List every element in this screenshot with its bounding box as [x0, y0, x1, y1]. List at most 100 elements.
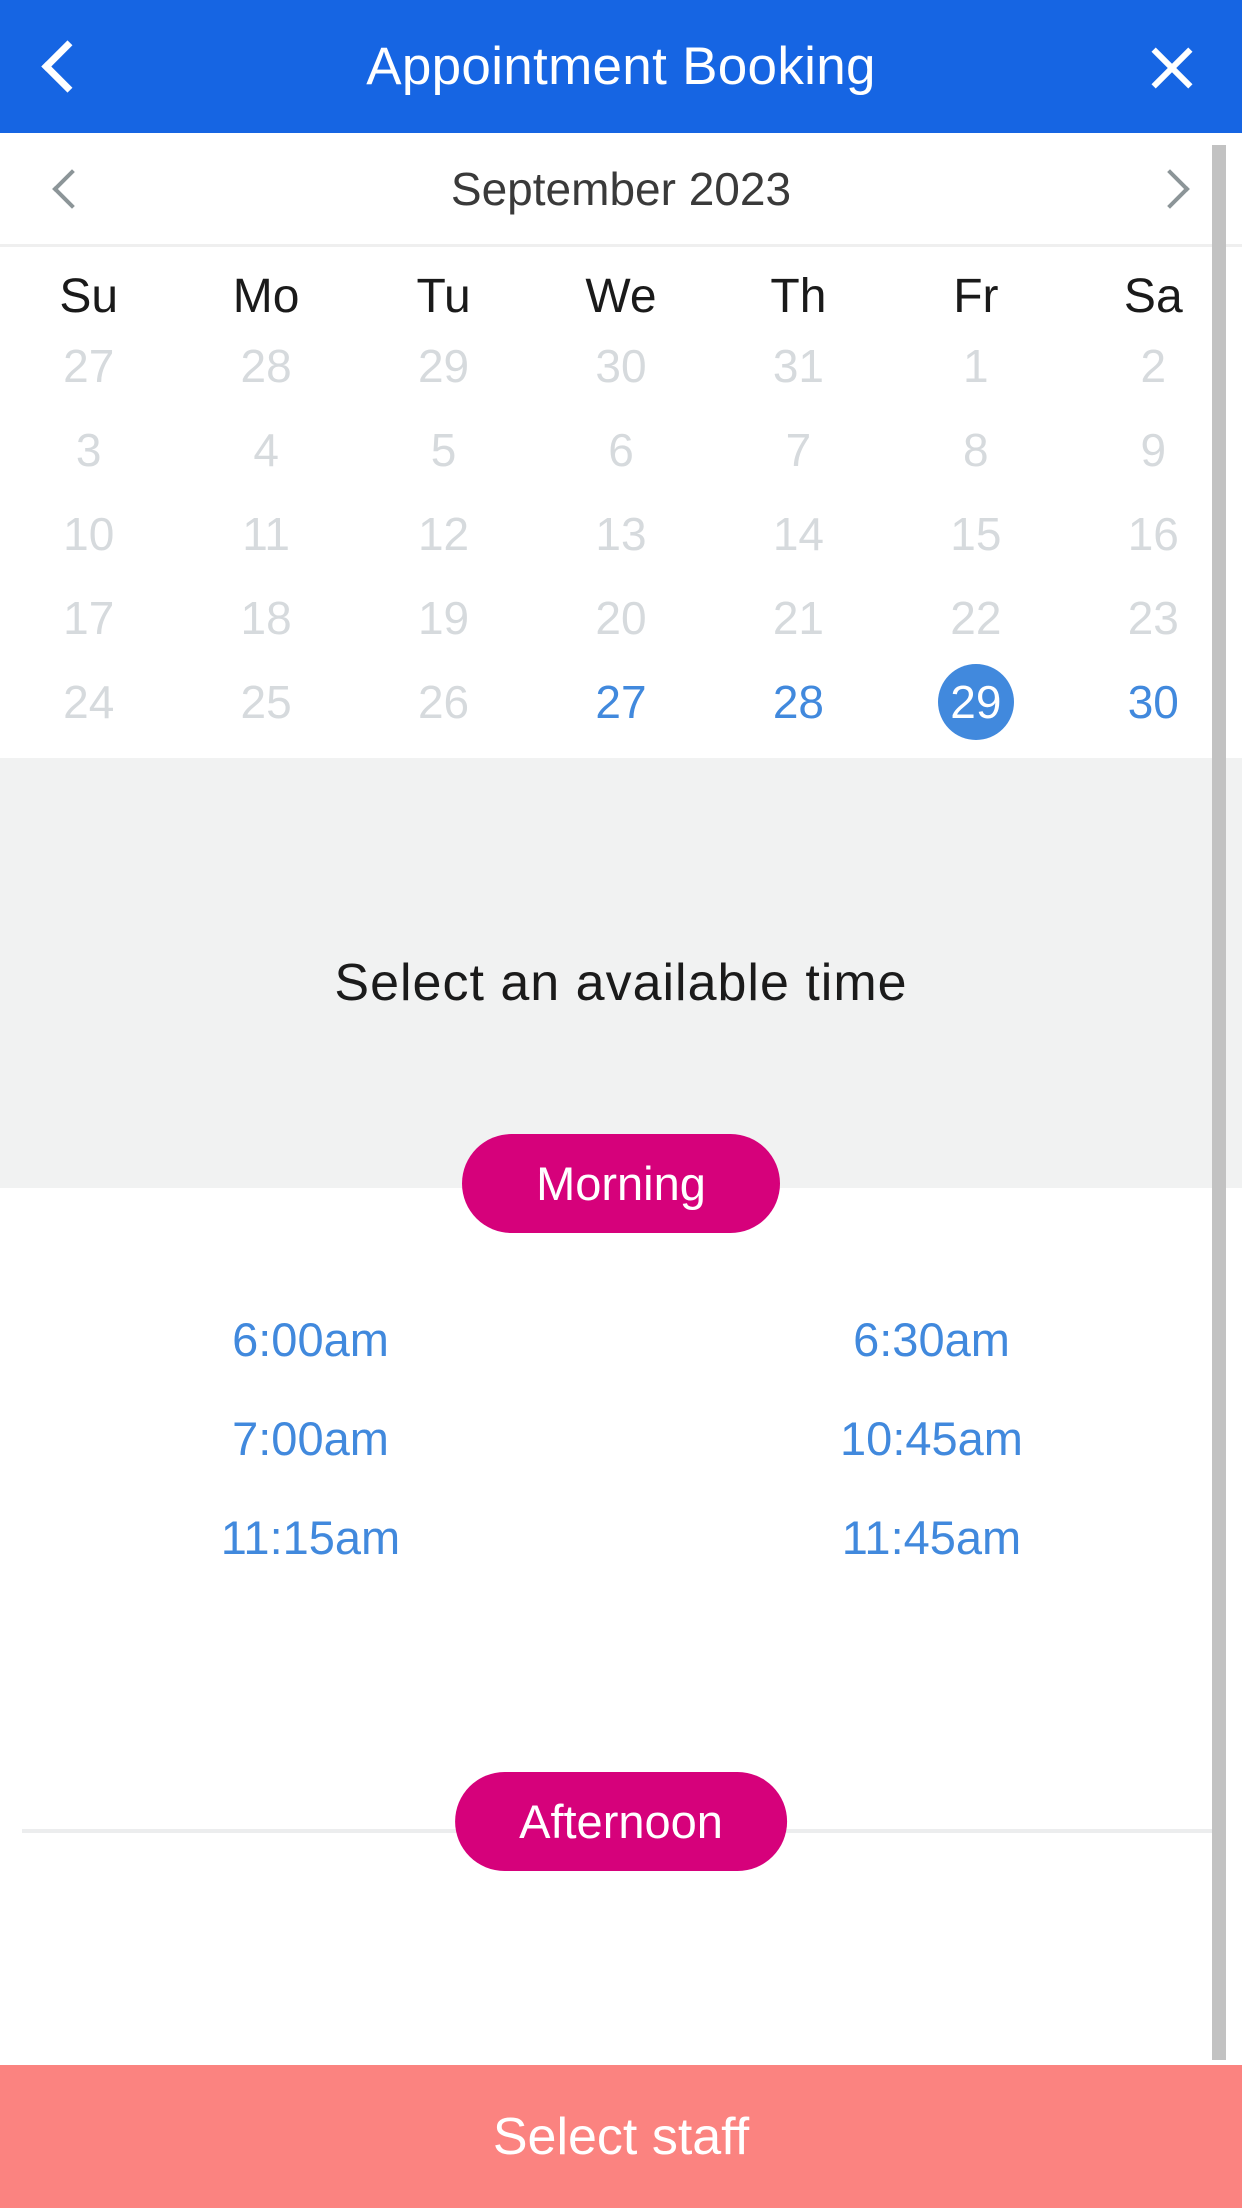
time-slot-grid: 6:00am 6:30am 7:00am 10:45am 11:15am 11:45am	[0, 1188, 1242, 1587]
calendar-day-30: 30	[532, 324, 709, 408]
calendar-day-label: 25	[240, 676, 292, 728]
calendar-day-8: 8	[887, 408, 1064, 492]
calendar-day-label: 28	[240, 340, 292, 392]
calendar-day-31: 31	[710, 324, 887, 408]
booking-scroll-area: September 2023 Su Mo Tu We Th Fr Sa 27 28 29 30 31…	[0, 133, 1242, 2065]
calendar-day-label: 1	[963, 340, 989, 392]
calendar-day-label: 28	[772, 676, 824, 728]
calendar-day-20: 20	[532, 576, 709, 660]
calendar-day-28[interactable]: 28	[710, 660, 887, 744]
time-slots-band: Morning 6:00am 6:30am 7:00am 10:45am 11:15am…	[0, 1134, 1242, 1871]
calendar-day-22: 22	[887, 576, 1064, 660]
weekday-label: Th	[770, 270, 827, 323]
calendar-day-19: 19	[355, 576, 532, 660]
calendar-day-label: 27	[63, 340, 115, 392]
calendar-day-label: 31	[772, 340, 824, 392]
calendar-day-grid: 27 28 29 30 31 1 2 3 4 5 6 7 8 9 10 11 12 13 14 15 16 17 18 19 2…	[0, 324, 1242, 758]
period-tab-afternoon[interactable]: Afternoon	[455, 1772, 787, 1871]
calendar-day-7: 7	[710, 408, 887, 492]
back-button[interactable]	[22, 27, 102, 107]
calendar-day-18: 18	[177, 576, 354, 660]
weekday-label: Su	[59, 270, 119, 323]
calendar-day-26: 26	[355, 660, 532, 744]
calendar-day-label: 8	[963, 424, 989, 476]
calendar-day-label: 2	[1140, 340, 1167, 392]
close-icon	[1146, 41, 1198, 93]
calendar-day-24: 24	[0, 660, 177, 744]
calendar-day-label: 30	[595, 340, 647, 392]
calendar-day-11: 11	[177, 492, 354, 576]
calendar-day-1: 1	[887, 324, 1064, 408]
calendar-month-label: September 2023	[450, 162, 792, 215]
calendar-day-label: 14	[772, 508, 824, 560]
calendar-day-label: 5	[430, 424, 457, 476]
calendar-day-label: 22	[950, 592, 1002, 644]
time-slot[interactable]: 7:00am	[0, 1389, 621, 1488]
calendar-day-12: 12	[355, 492, 532, 576]
time-slot[interactable]: 11:15am	[0, 1488, 621, 1587]
calendar-day-27[interactable]: 27	[532, 660, 709, 744]
chevron-left-icon	[40, 40, 94, 93]
calendar-day-label: 29	[417, 340, 470, 392]
calendar-day-17: 17	[0, 576, 177, 660]
calendar-day-label: 13	[595, 508, 647, 560]
calendar-day-label: 29	[937, 664, 1014, 740]
calendar-day-4: 4	[177, 408, 354, 492]
weekday-label: Tu	[416, 270, 471, 323]
calendar-day-label: 26	[417, 676, 470, 728]
calendar-day-label: 7	[785, 424, 812, 476]
calendar-day-label: 16	[1127, 508, 1179, 560]
chevron-left-icon	[52, 168, 92, 209]
time-slot[interactable]: 11:45am	[621, 1488, 1242, 1587]
calendar-day-29-selected[interactable]: 29	[887, 660, 1064, 744]
period-tab-morning[interactable]: Morning	[462, 1134, 780, 1233]
calendar-day-label: 17	[63, 592, 115, 644]
page-title: Appointment Booking	[366, 37, 876, 96]
calendar-day-28: 28	[177, 324, 354, 408]
calendar-day-label: 11	[242, 508, 290, 560]
calendar-day-label: 9	[1140, 424, 1167, 476]
calendar-next-month-button[interactable]	[1138, 153, 1210, 225]
weekday-label: We	[585, 270, 657, 323]
calendar-day-label: 3	[75, 424, 102, 476]
time-slot[interactable]: 6:00am	[0, 1290, 621, 1389]
weekday-label: Fr	[953, 270, 999, 323]
calendar-day-5: 5	[355, 408, 532, 492]
calendar-day-25: 25	[177, 660, 354, 744]
calendar-day-10: 10	[0, 492, 177, 576]
calendar-day-label: 6	[608, 424, 634, 476]
calendar-day-label: 15	[950, 508, 1002, 560]
weekday-label: Mo	[232, 270, 300, 323]
calendar-day-label: 23	[1127, 592, 1179, 644]
select-staff-label: Select staff	[492, 2107, 750, 2166]
calendar-day-3: 3	[0, 408, 177, 492]
calendar-day-label: 21	[772, 592, 824, 644]
calendar-day-label: 24	[63, 676, 115, 728]
select-time-band: Select an available time	[0, 758, 1242, 1188]
calendar-prev-month-button[interactable]	[32, 153, 104, 225]
vertical-scrollbar[interactable]	[1212, 145, 1226, 2060]
calendar-day-label: 12	[417, 508, 470, 560]
calendar-day-14: 14	[710, 492, 887, 576]
calendar-day-label: 19	[417, 592, 470, 644]
calendar-day-label: 10	[63, 508, 115, 560]
calendar-day-label: 18	[240, 592, 292, 644]
calendar-month-header: September 2023	[0, 133, 1242, 247]
time-slot[interactable]: 6:30am	[621, 1290, 1242, 1389]
select-staff-button[interactable]: Select staff	[0, 2065, 1242, 2208]
calendar-day-6: 6	[532, 408, 709, 492]
calendar-day-29: 29	[355, 324, 532, 408]
calendar-day-21: 21	[710, 576, 887, 660]
app-header-bar: Appointment Booking	[0, 0, 1242, 133]
select-time-heading: Select an available time	[334, 954, 908, 1012]
calendar-day-label: 4	[253, 424, 279, 476]
calendar-day-15: 15	[887, 492, 1064, 576]
calendar-weekday-header: Su Mo Tu We Th Fr Sa	[0, 247, 1242, 324]
calendar-day-label: 20	[595, 592, 647, 644]
calendar-day-label: 27	[595, 676, 647, 728]
calendar-day-27: 27	[0, 324, 177, 408]
calendar-day-13: 13	[532, 492, 709, 576]
close-button[interactable]	[1132, 27, 1212, 107]
time-slot[interactable]: 10:45am	[621, 1389, 1242, 1488]
chevron-right-icon	[1150, 168, 1190, 209]
